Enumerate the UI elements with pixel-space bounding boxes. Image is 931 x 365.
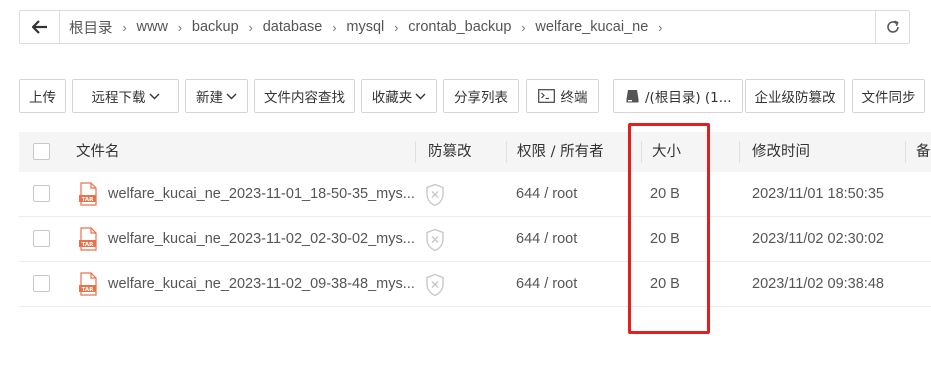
favorites-label: 收藏夹	[371, 90, 413, 106]
column-header-modified-time[interactable]: 修改时间	[752, 132, 810, 172]
tar-icon-label: TAR	[82, 287, 95, 293]
crumb-separator: ›	[394, 19, 399, 35]
crumb-root[interactable]: 根目录	[69, 17, 113, 38]
file-modified-time: 2023/11/02 02:30:02	[752, 231, 884, 247]
column-divider	[905, 141, 906, 163]
terminal-button[interactable]: 终端	[526, 79, 599, 113]
row-checkbox[interactable]	[33, 185, 50, 202]
column-divider	[739, 141, 740, 163]
new-button[interactable]: 新建	[185, 79, 248, 113]
table-row[interactable]: TAR welfare_kucai_ne_2023-11-01_18-50-35…	[19, 172, 931, 217]
refresh-icon	[886, 20, 899, 33]
table-row[interactable]: TAR welfare_kucai_ne_2023-11-02_02-30-02…	[19, 217, 931, 262]
table-row[interactable]: TAR welfare_kucai_ne_2023-11-02_09-38-48…	[19, 262, 931, 307]
file-permission[interactable]: 644 / root	[516, 172, 577, 217]
toolbar: 上传 远程下载 新建 文件内容查找 收藏夹 分享列表 终端 /(根目录) (1.…	[19, 79, 931, 113]
column-header-permission[interactable]: 权限 / 所有者	[517, 132, 604, 172]
column-divider	[415, 141, 416, 163]
tamper-proof-button[interactable]: 企业级防篡改	[745, 79, 845, 113]
tar-file-icon: TAR	[79, 272, 97, 296]
content-search-label: 文件内容查找	[264, 90, 345, 106]
column-header-tamper[interactable]: 防篡改	[428, 132, 472, 172]
terminal-icon	[537, 89, 555, 103]
file-sync-label: 文件同步	[861, 90, 916, 106]
upload-label: 上传	[29, 90, 56, 106]
file-modified-time: 2023/11/02 09:38:48	[752, 276, 884, 292]
arrow-left-icon	[31, 20, 47, 34]
file-name[interactable]: welfare_kucai_ne_2023-11-02_02-30-02_mys…	[108, 217, 415, 262]
tar-file-icon: TAR	[79, 227, 97, 251]
chevron-down-icon	[226, 93, 237, 99]
disk-button[interactable]: /(根目录) (1...	[613, 79, 743, 113]
crumb-separator: ›	[177, 19, 183, 35]
shield-off-icon[interactable]	[425, 183, 445, 207]
crumb-backup[interactable]: backup	[192, 19, 239, 35]
chevron-down-icon	[415, 93, 426, 99]
favorites-button[interactable]: 收藏夹	[361, 79, 437, 113]
crumb-mysql[interactable]: mysql	[346, 19, 384, 35]
crumb-database[interactable]: database	[263, 19, 323, 35]
chevron-down-icon	[149, 93, 159, 99]
column-header-name[interactable]: 文件名	[76, 132, 120, 172]
column-header-remark[interactable]: 备	[916, 132, 931, 172]
crumb-welfare-kucai-ne[interactable]: welfare_kucai_ne	[535, 19, 648, 35]
row-checkbox[interactable]	[33, 230, 50, 247]
disk-icon	[626, 90, 639, 103]
table-header: 文件名 防篡改 权限 / 所有者 大小 修改时间 备	[19, 132, 931, 172]
disk-label: /(根目录) (1...	[645, 90, 732, 106]
tar-icon-label: TAR	[82, 197, 95, 203]
crumb-crontab-backup[interactable]: crontab_backup	[408, 19, 511, 35]
crumb-separator: ›	[332, 19, 337, 35]
crumb-www[interactable]: www	[137, 19, 168, 35]
shield-off-icon[interactable]	[425, 228, 445, 252]
file-sync-button[interactable]: 文件同步	[852, 79, 925, 113]
remote-download-label: 远程下载	[91, 90, 146, 106]
select-all-checkbox[interactable]	[33, 143, 50, 160]
crumb-separator: ›	[122, 19, 127, 35]
file-name[interactable]: welfare_kucai_ne_2023-11-02_09-38-48_mys…	[108, 262, 415, 307]
file-name[interactable]: welfare_kucai_ne_2023-11-01_18-50-35_mys…	[108, 172, 415, 217]
refresh-button[interactable]	[875, 11, 909, 43]
share-list-label: 分享列表	[454, 90, 508, 106]
remote-download-button[interactable]: 远程下载	[72, 79, 179, 113]
crumb-separator: ›	[248, 19, 253, 35]
crumb-separator: ›	[521, 19, 526, 35]
content-search-button[interactable]: 文件内容查找	[254, 79, 355, 113]
crumb-separator: ›	[658, 19, 663, 35]
back-button[interactable]	[20, 11, 60, 43]
file-permission[interactable]: 644 / root	[516, 217, 577, 262]
size-column-highlight	[628, 123, 710, 334]
row-checkbox[interactable]	[33, 275, 50, 292]
shield-off-icon[interactable]	[425, 273, 445, 297]
column-divider	[506, 141, 507, 163]
upload-button[interactable]: 上传	[19, 79, 66, 113]
new-label: 新建	[196, 90, 223, 106]
file-permission[interactable]: 644 / root	[516, 262, 577, 307]
file-modified-time: 2023/11/01 18:50:35	[752, 186, 884, 202]
tamper-proof-label: 企业级防篡改	[754, 90, 836, 106]
path-bar: 根目录 › www › backup › database › mysql › …	[19, 10, 910, 44]
share-list-button[interactable]: 分享列表	[443, 79, 519, 113]
tar-file-icon: TAR	[79, 182, 97, 206]
terminal-label: 终端	[560, 90, 588, 106]
tar-icon-label: TAR	[82, 242, 95, 248]
breadcrumb: 根目录 › www › backup › database › mysql › …	[60, 11, 875, 43]
